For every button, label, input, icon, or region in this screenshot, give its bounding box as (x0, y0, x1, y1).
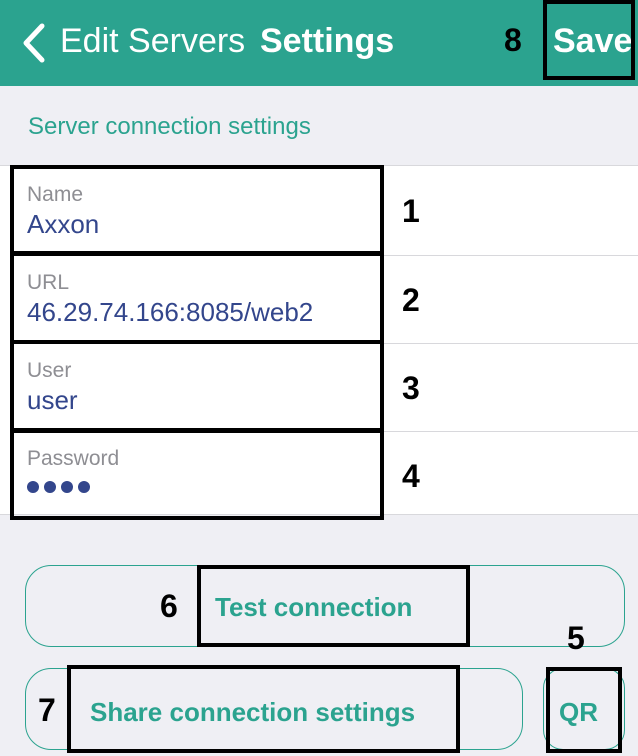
callout-box-qr (546, 667, 622, 753)
callout-box-url (10, 252, 384, 344)
callout-number-2: 2 (402, 282, 420, 318)
callout-number-3: 3 (402, 370, 420, 406)
callout-number-1: 1 (402, 193, 420, 229)
callout-number-8: 8 (504, 22, 522, 58)
chevron-left-glyph (23, 23, 45, 63)
callout-number-7: 7 (38, 692, 56, 728)
callout-box-user (10, 340, 384, 432)
callout-number-4: 4 (402, 458, 420, 494)
page-title: Settings (260, 22, 395, 60)
back-button-label[interactable]: Edit Servers (60, 20, 245, 62)
callout-box-save (543, 0, 635, 80)
callout-number-5: 5 (567, 620, 585, 656)
callout-box-share (67, 665, 460, 753)
callout-box-name (10, 165, 384, 255)
callout-number-6: 6 (160, 588, 178, 624)
callout-box-password (10, 429, 384, 520)
callout-box-test (197, 565, 470, 647)
chevron-left-icon[interactable] (18, 22, 52, 64)
section-header: Server connection settings (28, 113, 311, 140)
